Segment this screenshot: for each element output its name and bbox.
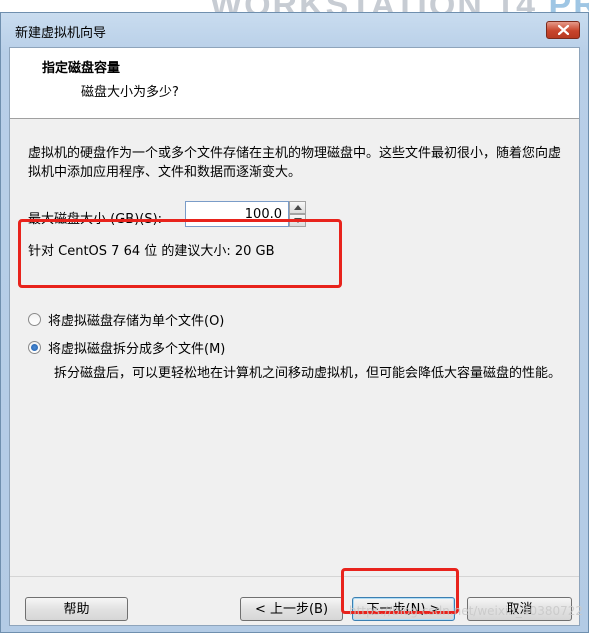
radio-split-files-indicator[interactable] — [28, 341, 41, 354]
close-button[interactable] — [546, 21, 580, 39]
radio-split-files[interactable]: 将虚拟磁盘拆分成多个文件(M) — [28, 338, 225, 357]
wizard-window: 新建虚拟机向导 指定磁盘容量 磁盘大小为多少? 虚拟机的硬盘作为一个或多个文件存… — [0, 12, 589, 633]
wizard-header: 指定磁盘容量 磁盘大小为多少? — [10, 48, 579, 119]
close-icon — [558, 25, 569, 35]
disk-description: 虚拟机的硬盘作为一个或多个文件存储在主机的物理磁盘中。这些文件最初很小，随着您向… — [28, 146, 562, 180]
disk-size-highlight — [18, 219, 342, 288]
help-button[interactable]: 帮助 — [25, 597, 128, 621]
watermark: https://blog.csdn.net/weixin_40380722 — [348, 604, 583, 618]
footer-divider — [10, 576, 579, 577]
page-title: 指定磁盘容量 — [42, 61, 121, 76]
split-files-note: 拆分磁盘后，可以更轻松地在计算机之间移动虚拟机，但可能会降低大容量磁盘的性能。 — [54, 366, 562, 381]
page-subtitle: 磁盘大小为多少? — [81, 85, 179, 100]
radio-single-file-label: 将虚拟磁盘存储为单个文件(O) — [48, 314, 225, 329]
radio-single-file[interactable]: 将虚拟磁盘存储为单个文件(O) — [28, 310, 224, 329]
radio-split-files-label: 将虚拟磁盘拆分成多个文件(M) — [48, 342, 226, 357]
radio-single-file-indicator[interactable] — [28, 313, 41, 326]
title-bar[interactable]: 新建虚拟机向导 — [1, 13, 588, 47]
spin-up-button[interactable] — [289, 201, 306, 214]
arrow-up-icon — [294, 205, 302, 210]
back-button[interactable]: < 上一步(B) — [240, 597, 343, 621]
wizard-content: 指定磁盘容量 磁盘大小为多少? 虚拟机的硬盘作为一个或多个文件存储在主机的物理磁… — [9, 47, 580, 626]
window-title: 新建虚拟机向导 — [15, 26, 107, 41]
